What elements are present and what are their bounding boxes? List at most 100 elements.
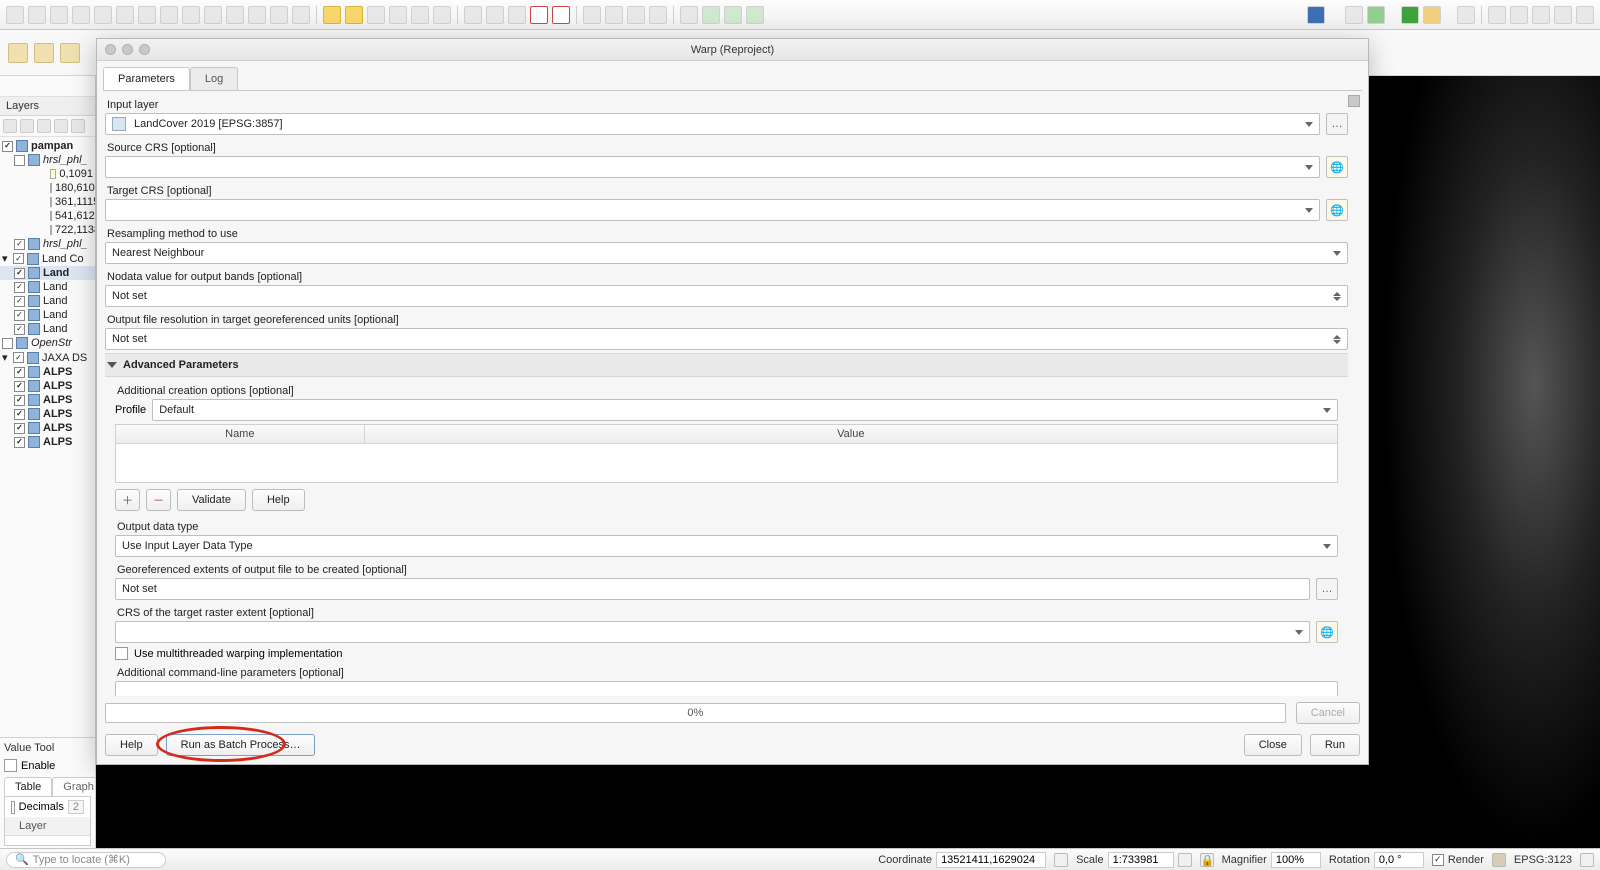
scale-dropdown-icon[interactable]: [1178, 853, 1192, 867]
decimals-value[interactable]: 2: [68, 800, 84, 814]
decimals-checkbox[interactable]: [11, 801, 15, 814]
hexagon-icon[interactable]: [680, 6, 698, 24]
geo-extents-browse-button[interactable]: …: [1316, 578, 1338, 600]
remove-option-button[interactable]: －: [146, 489, 171, 511]
toolbar-icon[interactable]: [411, 6, 429, 24]
creation-options-body[interactable]: [116, 444, 1337, 482]
scale-field[interactable]: [1108, 852, 1174, 868]
dropdown-icon[interactable]: [39, 79, 53, 93]
toolbar-icon[interactable]: [345, 6, 363, 24]
expand-icon[interactable]: [54, 119, 68, 133]
chart-icon[interactable]: [21, 79, 35, 93]
layer-row[interactable]: 180,6103: [0, 181, 95, 195]
spin-up-icon[interactable]: [1333, 335, 1341, 339]
help-icon[interactable]: [1307, 6, 1325, 24]
visibility-checkbox[interactable]: [14, 310, 25, 321]
globe-icon[interactable]: [724, 6, 742, 24]
chart-icon[interactable]: [3, 79, 17, 93]
toolbar-icon[interactable]: [1367, 6, 1385, 24]
toolbar-icon[interactable]: [583, 6, 601, 24]
toolbar-icon[interactable]: [605, 6, 623, 24]
layer-row[interactable]: hrsl_phl_: [0, 153, 95, 167]
extents-icon[interactable]: [1054, 853, 1068, 867]
filter-icon[interactable]: [37, 119, 51, 133]
toolbar-icon[interactable]: [72, 6, 90, 24]
toolbar-icon[interactable]: [160, 6, 178, 24]
toolbar-icon[interactable]: [530, 6, 548, 24]
toolbar-icon[interactable]: [204, 6, 222, 24]
toolbar-icon[interactable]: [486, 6, 504, 24]
run-batch-button[interactable]: Run as Batch Process…: [166, 734, 316, 756]
spin-down-icon[interactable]: [1333, 297, 1341, 301]
out-res-spin[interactable]: Not set: [105, 328, 1348, 350]
expand-icon[interactable]: ▾: [2, 351, 10, 364]
toolbar-icon[interactable]: [1532, 6, 1550, 24]
style-icon[interactable]: [3, 119, 17, 133]
visibility-checkbox[interactable]: [14, 367, 25, 378]
toolbar-icon[interactable]: [464, 6, 482, 24]
toolbar-icon[interactable]: [323, 6, 341, 24]
toolbar-icon[interactable]: [28, 6, 46, 24]
toolbar-icon[interactable]: [138, 6, 156, 24]
creation-options-table[interactable]: Name Value: [115, 424, 1338, 483]
lock-icon[interactable]: 🔒: [1200, 853, 1214, 867]
layer-row[interactable]: Land: [0, 280, 95, 294]
layer-row[interactable]: 361,1115: [0, 195, 95, 209]
addl-cmd-input[interactable]: [115, 681, 1338, 696]
visibility-checkbox[interactable]: [14, 268, 25, 279]
toolbar-icon[interactable]: [8, 43, 28, 63]
spin-up-icon[interactable]: [1333, 292, 1341, 296]
dialog-form[interactable]: Input layer LandCover 2019 [EPSG:3857] ……: [103, 90, 1362, 696]
layer-row[interactable]: ▾Land Co: [0, 251, 95, 266]
toolbar-icon[interactable]: [34, 43, 54, 63]
visibility-checkbox[interactable]: [13, 253, 24, 264]
toolbar-icon[interactable]: [508, 6, 526, 24]
layer-row[interactable]: pampan: [0, 139, 95, 153]
tab-graph[interactable]: Graph: [52, 777, 96, 796]
run-button[interactable]: Run: [1310, 734, 1360, 756]
globe-icon[interactable]: [746, 6, 764, 24]
rotation-field[interactable]: [1374, 852, 1424, 868]
nodata-spin[interactable]: Not set: [105, 285, 1348, 307]
visibility-checkbox[interactable]: [14, 381, 25, 392]
crs-target-extent-combo[interactable]: [115, 621, 1310, 643]
layer-row[interactable]: ALPS: [0, 393, 95, 407]
toolbar-icon[interactable]: [50, 6, 68, 24]
toolbar-icon[interactable]: [116, 6, 134, 24]
layer-row[interactable]: ▾JAXA DS: [0, 350, 95, 365]
enable-checkbox[interactable]: [4, 759, 17, 772]
toolbar-icon[interactable]: [60, 43, 80, 63]
visibility-checkbox[interactable]: [14, 155, 25, 166]
messages-icon[interactable]: [1580, 853, 1594, 867]
dialog-titlebar[interactable]: Warp (Reproject): [97, 39, 1368, 61]
layer-row[interactable]: Land: [0, 294, 95, 308]
visibility-checkbox[interactable]: [14, 423, 25, 434]
visibility-checkbox[interactable]: [14, 282, 25, 293]
layer-row[interactable]: Land: [0, 322, 95, 336]
toolbar-icon[interactable]: [248, 6, 266, 24]
target-crs-select-button[interactable]: 🌐: [1326, 199, 1348, 221]
layer-row[interactable]: ALPS: [0, 435, 95, 449]
toolbar-icon[interactable]: [6, 6, 24, 24]
toolbar-icon[interactable]: [1488, 6, 1506, 24]
out-dtype-combo[interactable]: Use Input Layer Data Type: [115, 535, 1338, 557]
visibility-checkbox[interactable]: [14, 409, 25, 420]
tab-table[interactable]: Table: [4, 777, 52, 796]
layer-row[interactable]: Land: [0, 266, 95, 280]
source-crs-select-button[interactable]: 🌐: [1326, 156, 1348, 178]
input-layer-browse-button[interactable]: …: [1326, 113, 1348, 135]
source-crs-combo[interactable]: [105, 156, 1320, 178]
visibility-checkbox[interactable]: [13, 352, 24, 363]
visibility-checkbox[interactable]: [14, 395, 25, 406]
crs-target-extent-select-button[interactable]: 🌐: [1316, 621, 1338, 643]
scroll-up-icon[interactable]: [1348, 95, 1360, 107]
close-button[interactable]: Close: [1244, 734, 1302, 756]
layer-row[interactable]: ALPS: [0, 421, 95, 435]
tab-parameters[interactable]: Parameters: [103, 67, 190, 90]
layers-tree[interactable]: pampanhrsl_phl_0,1091180,6103361,1115541…: [0, 137, 95, 737]
layer-row[interactable]: 722,1138: [0, 223, 95, 237]
layer-row[interactable]: ALPS: [0, 407, 95, 421]
visibility-checkbox[interactable]: [14, 437, 25, 448]
help-small-button[interactable]: Help: [252, 489, 305, 511]
input-layer-combo[interactable]: LandCover 2019 [EPSG:3857]: [105, 113, 1320, 135]
